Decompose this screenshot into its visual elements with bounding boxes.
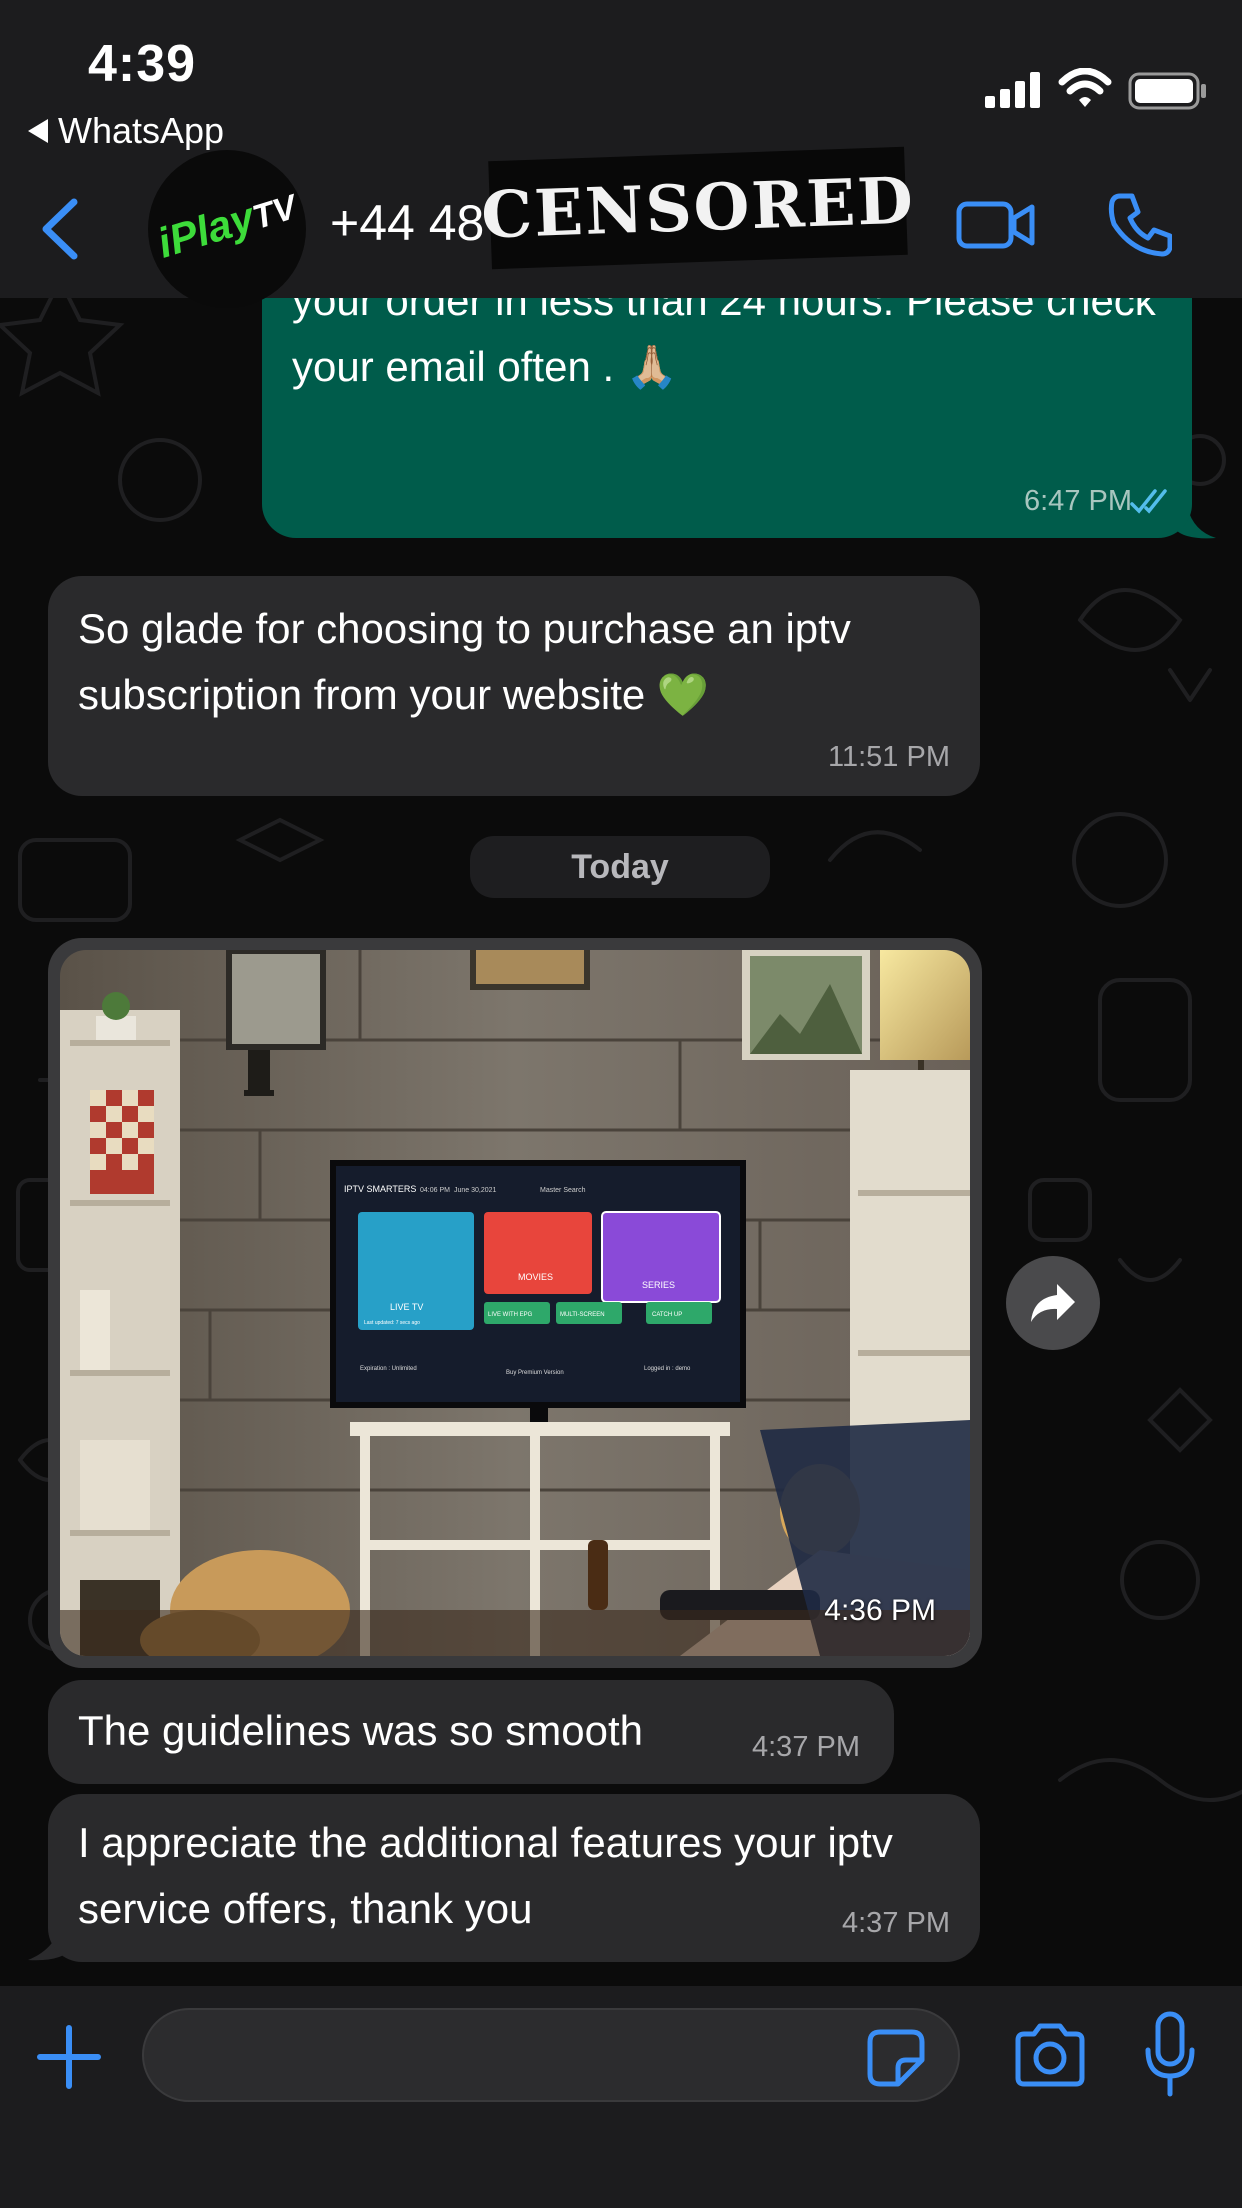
back-to-app-label: WhatsApp [58,110,225,151]
image-message[interactable]: IPTV SMARTERS 04:06 PM June 30,2021 Mast… [48,938,982,1668]
cellular-signal-icon [985,72,1040,108]
back-triangle-icon [28,119,48,143]
contact-avatar[interactable]: iPlayTV [148,150,306,308]
message-time: 11:51 PM [828,741,950,773]
status-bar: 4:39 WhatsApp [0,0,1242,152]
message-text: I appreciate the additional features you… [78,1819,893,1932]
tv-footer-left: Expiration : Unlimited [360,1366,417,1372]
battery-icon [1128,72,1206,110]
composer-bar [0,1986,1242,2208]
tv-footer-right: Logged in : demo [644,1366,691,1372]
read-receipt-icon [1130,489,1167,514]
status-time: 4:39 [88,35,197,93]
back-chevron-icon[interactable] [30,194,90,264]
contact-name[interactable]: +44 48 [330,194,484,252]
tv-btn-multi: MULTI-SCREEN [560,1312,605,1318]
message-text: So glade for choosing to purchase an ipt… [78,605,851,718]
forward-arrow-icon [1031,1284,1075,1322]
sticker-icon[interactable] [866,2028,926,2088]
message-time: 4:37 PM [842,1907,950,1939]
camera-icon[interactable] [1012,2022,1088,2088]
message-text: The guidelines was so smooth [78,1707,643,1754]
tv-search: Master Search [540,1187,586,1194]
tv-brand: IPTV SMARTERS [344,1184,416,1194]
tv-date: June 30,2021 [454,1187,497,1194]
tv-btn-catchup: CATCH UP [652,1312,682,1318]
tv-btn-epg: LIVE WITH EPG [488,1312,533,1318]
tv-photo[interactable]: IPTV SMARTERS 04:06 PM June 30,2021 Mast… [60,950,970,1656]
tv-tile-live: LIVE TV [390,1302,423,1312]
tv-footer-mid: Buy Premium Version [506,1370,564,1376]
incoming-message[interactable]: I appreciate the additional features you… [48,1794,980,1962]
tv-tile-movies: MOVIES [518,1272,553,1282]
wifi-icon [1058,68,1112,107]
microphone-icon[interactable] [1144,2010,1196,2100]
incoming-message[interactable]: The guidelines was so smooth 4:37 PM [48,1680,894,1784]
message-time: 4:37 PM [752,1731,860,1763]
message-time: 6:47 PM [1024,485,1132,517]
forward-button[interactable] [1006,1256,1100,1350]
message-input[interactable] [142,2008,960,2102]
tv-tile-sub: Last updated: 7 secs ago [364,1320,420,1326]
back-to-app-link[interactable]: WhatsApp [28,110,224,152]
date-separator: Today [470,836,770,898]
tv-time: 04:06 PM [420,1187,450,1194]
chat-header: iPlayTV +44 48 CENSORED [0,146,1242,308]
incoming-message[interactable]: So glade for choosing to purchase an ipt… [48,576,980,796]
room-scene-image: IPTV SMARTERS 04:06 PM June 30,2021 Mast… [60,950,970,1656]
plus-icon[interactable] [36,2024,102,2090]
censored-label: CENSORED [479,162,917,254]
image-time: 4:36 PM [824,1594,936,1627]
video-call-icon[interactable] [956,194,1036,254]
censored-stamp: CENSORED [480,146,916,270]
avatar-logo-text: iPlayTV [152,188,301,267]
tv-tile-series: SERIES [642,1280,675,1290]
phone-call-icon[interactable] [1106,192,1172,258]
